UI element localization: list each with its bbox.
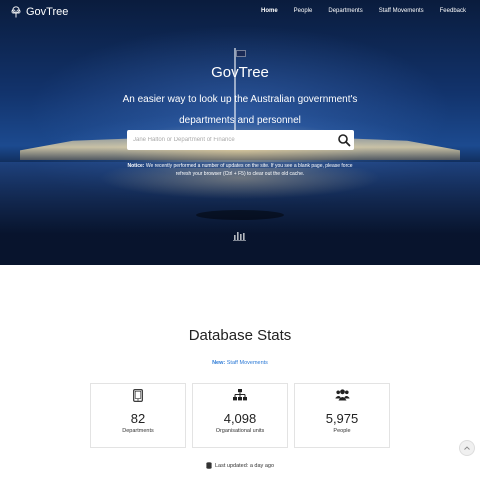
users-icon: [335, 389, 349, 401]
stats-title: Database Stats: [188, 327, 292, 344]
nav-staff-movements[interactable]: Staff Movements: [379, 8, 424, 14]
tree-icon: [11, 6, 21, 18]
notice-label: Notice:: [127, 163, 145, 169]
notice-message: Notice: We recently performed a number o…: [120, 162, 360, 178]
last-updated: Last updated: a day ago: [0, 462, 480, 469]
nav-home[interactable]: Home: [261, 8, 278, 14]
people-count: 5,975: [325, 411, 359, 426]
new-announcement: New: Staff Movements: [0, 360, 480, 366]
scroll-to-top-button[interactable]: [459, 440, 475, 456]
fountain: [196, 210, 284, 220]
chevron-up-icon: [464, 446, 470, 450]
search-box: [127, 130, 354, 150]
departments-label: Departments: [122, 428, 154, 434]
tablet-icon: [133, 389, 143, 402]
brand-logo[interactable]: GovTree: [10, 6, 68, 18]
flag: [236, 50, 246, 57]
org-units-label: Organisational units: [215, 428, 265, 434]
stat-card-people[interactable]: 5,975 People: [294, 383, 390, 448]
nav-links: Home People Departments Staff Movements …: [245, 8, 466, 14]
sitemap-icon: [233, 389, 247, 401]
people-label: People: [333, 428, 351, 434]
hero-banner: GovTree Home People Departments Staff Mo…: [0, 0, 480, 265]
hero-subtitle: An easier way to look up the Australian …: [122, 94, 358, 126]
nav-people[interactable]: People: [294, 8, 313, 14]
stat-card-departments[interactable]: 82 Departments: [90, 383, 186, 448]
top-navbar: GovTree Home People Departments Staff Mo…: [0, 0, 480, 24]
new-label: New:: [212, 360, 226, 366]
staff-movements-link[interactable]: Staff Movements: [227, 360, 268, 366]
hero-title: GovTree: [211, 64, 269, 81]
database-icon: [206, 462, 212, 469]
search-input[interactable]: [127, 130, 333, 150]
bar-chart-icon[interactable]: [233, 230, 246, 241]
last-updated-text: Last updated: a day ago: [214, 462, 275, 469]
stat-card-org-units[interactable]: 4,098 Organisational units: [192, 383, 288, 448]
nav-departments[interactable]: Departments: [328, 8, 362, 14]
departments-count: 82: [130, 411, 146, 426]
notice-text: We recently performed a number of update…: [145, 163, 353, 177]
brand-name: GovTree: [26, 6, 69, 18]
nav-feedback[interactable]: Feedback: [440, 8, 466, 14]
org-units-count: 4,098: [223, 411, 257, 426]
search-icon[interactable]: [337, 133, 351, 147]
